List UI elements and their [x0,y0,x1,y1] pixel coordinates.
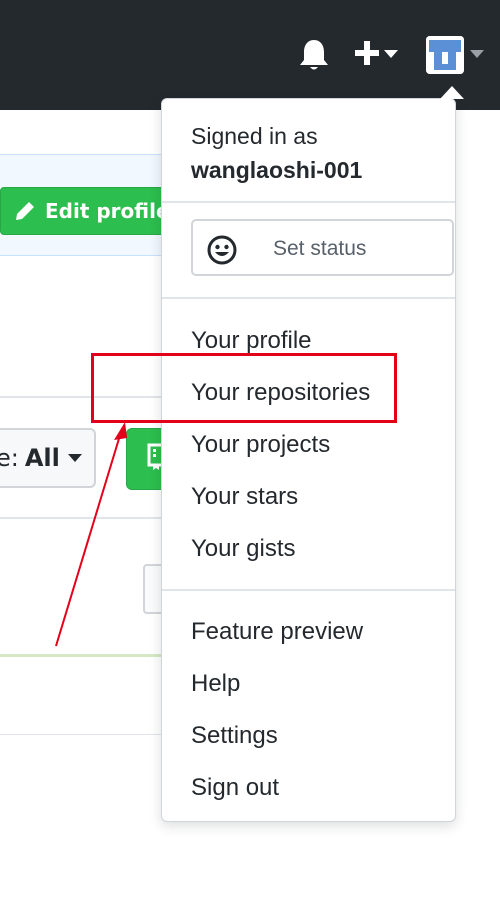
avatar-icon[interactable] [426,36,464,74]
menu-divider [162,201,455,203]
type-filter-prefix: e: [0,444,19,472]
menu-item-settings[interactable]: Settings [191,722,278,750]
menu-item-your-projects[interactable]: Your projects [191,431,330,459]
caret-down-icon [67,454,82,462]
signed-in-header: Signed in as wanglaoshi-001 [191,119,362,187]
plus-icon[interactable] [354,38,380,68]
menu-item-feature-preview[interactable]: Feature preview [191,618,363,646]
caret-down-icon[interactable] [384,49,398,59]
menu-item-your-profile[interactable]: Your profile [191,327,312,355]
menu-divider [162,297,455,299]
set-status-button[interactable]: Set status [191,219,454,276]
pencil-icon [16,202,34,220]
divider [0,517,170,519]
menu-item-help[interactable]: Help [191,670,240,698]
type-filter-button[interactable]: e: All [0,428,96,488]
divider [0,734,170,735]
edit-profile-button[interactable]: Edit profile [0,187,176,235]
menu-divider [162,589,455,591]
menu-item-your-stars[interactable]: Your stars [191,483,298,511]
contribution-line [0,654,170,657]
dropdown-caret [440,86,464,99]
signed-in-label: Signed in as [191,123,318,149]
bell-icon[interactable] [298,38,330,72]
type-filter-value: All [24,444,60,472]
username: wanglaoshi-001 [191,157,363,183]
caret-down-icon[interactable] [470,49,484,59]
annotation-highlight-box [91,353,397,423]
user-dropdown-menu: Signed in as wanglaoshi-001 Set status Y… [161,86,464,822]
edit-profile-label: Edit profile [45,199,170,223]
menu-item-your-gists[interactable]: Your gists [191,535,296,563]
set-status-label: Set status [273,237,367,260]
page: Edit profile e: All Signed in as wanglao… [0,0,500,917]
top-header [0,0,500,110]
menu-item-sign-out[interactable]: Sign out [191,774,279,802]
smiley-icon [207,235,237,265]
